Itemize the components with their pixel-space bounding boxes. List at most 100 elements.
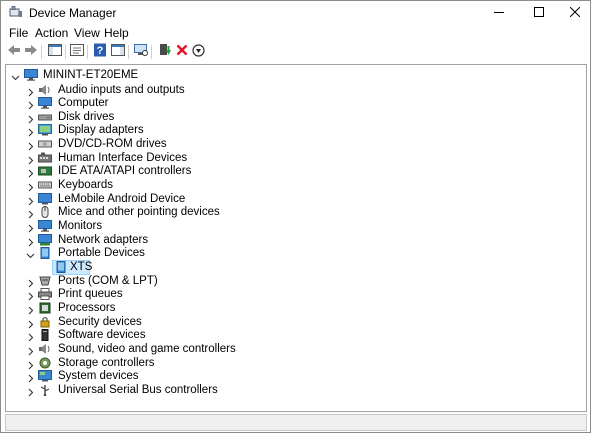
tree-category-label: Computer bbox=[58, 97, 109, 110]
tree-category[interactable]: Disk drives bbox=[6, 111, 406, 124]
chevron-right-icon[interactable] bbox=[26, 140, 35, 151]
chevron-right-icon[interactable] bbox=[26, 236, 35, 247]
chevron-right-icon[interactable] bbox=[26, 126, 35, 137]
tree-category-label: Keyboards bbox=[58, 179, 113, 192]
forward-icon bbox=[24, 44, 38, 59]
uninstall-button[interactable] bbox=[173, 43, 190, 60]
show-hide-console-tree-button[interactable] bbox=[46, 43, 63, 60]
tree-category-label: LeMobile Android Device bbox=[58, 192, 186, 205]
tree-category[interactable]: Monitors bbox=[6, 220, 406, 233]
tree-category[interactable]: Ports (COM & LPT) bbox=[6, 275, 406, 288]
tree-category[interactable]: Computer bbox=[6, 97, 406, 110]
properties-button[interactable] bbox=[68, 43, 85, 60]
hid-icon bbox=[38, 152, 52, 164]
tree-category[interactable]: Sound, video and game controllers bbox=[6, 343, 406, 356]
tree-category[interactable]: Keyboards bbox=[6, 179, 406, 192]
tree-category[interactable]: LeMobile Android Device bbox=[6, 192, 406, 206]
storage-controller-icon bbox=[38, 357, 52, 369]
tree-category-label: Sound, video and game controllers bbox=[58, 342, 236, 355]
tree-category[interactable]: Network adapters bbox=[6, 233, 406, 247]
tree-category[interactable]: DVD/CD-ROM drives bbox=[6, 138, 406, 151]
toolbar: ? bbox=[1, 42, 590, 62]
maximize-button[interactable] bbox=[524, 1, 554, 24]
tree-root[interactable]: MININT-ET20EME bbox=[6, 69, 306, 82]
help-button[interactable]: ? bbox=[91, 43, 108, 60]
menu-action[interactable]: Action bbox=[35, 26, 68, 40]
tree-category-label: Display adapters bbox=[58, 124, 144, 137]
tree-category[interactable]: Storage controllers bbox=[6, 357, 406, 370]
chevron-right-icon[interactable] bbox=[26, 208, 35, 219]
security-device-icon bbox=[38, 316, 52, 328]
update-driver-button[interactable] bbox=[156, 43, 173, 60]
show-hide-console-tree-icon bbox=[47, 44, 62, 59]
tree-category-label: IDE ATA/ATAPI controllers bbox=[58, 165, 192, 178]
chevron-right-icon[interactable] bbox=[26, 359, 35, 369]
menu-help[interactable]: Help bbox=[104, 26, 129, 40]
chevron-down-icon[interactable] bbox=[26, 249, 35, 259]
tree-category[interactable]: Audio inputs and outputs bbox=[6, 84, 406, 97]
tree-category-label: Disk drives bbox=[58, 110, 115, 123]
close-icon bbox=[569, 6, 581, 20]
chevron-down-icon[interactable] bbox=[11, 71, 20, 81]
display-adapter-icon bbox=[38, 124, 52, 136]
toolbar-separator bbox=[128, 45, 129, 59]
minimize-icon bbox=[494, 6, 504, 20]
tree-category[interactable]: Security devices bbox=[6, 316, 406, 329]
action-pane-button[interactable] bbox=[109, 43, 126, 60]
tree-category[interactable]: Mice and other pointing devices bbox=[6, 206, 406, 219]
device-tree[interactable]: MININT-ET20EME Audio inputs and outputs C… bbox=[5, 64, 587, 412]
mouse-icon bbox=[38, 206, 52, 219]
forward-button[interactable] bbox=[22, 43, 39, 60]
tree-category-label: Portable Devices bbox=[58, 247, 145, 260]
computer-icon bbox=[38, 97, 52, 109]
chevron-right-icon[interactable] bbox=[26, 195, 35, 206]
title-bar[interactable]: Device Manager bbox=[1, 1, 590, 24]
menu-view[interactable]: View bbox=[74, 26, 100, 40]
chevron-right-icon[interactable] bbox=[26, 154, 35, 165]
chevron-right-icon[interactable] bbox=[26, 277, 35, 287]
chevron-right-icon[interactable] bbox=[26, 304, 35, 315]
chevron-right-icon[interactable] bbox=[26, 331, 35, 342]
tree-category[interactable]: Display adapters bbox=[6, 124, 406, 137]
back-button[interactable] bbox=[5, 43, 22, 60]
chevron-right-icon[interactable] bbox=[26, 386, 35, 397]
tree-category[interactable]: System devices bbox=[6, 370, 406, 383]
tree-category[interactable]: Portable Devices bbox=[6, 247, 406, 260]
dvd-drive-icon bbox=[38, 138, 52, 150]
close-button[interactable] bbox=[560, 1, 590, 24]
tree-category[interactable]: IDE ATA/ATAPI controllers bbox=[6, 165, 406, 178]
tree-category[interactable]: Processors bbox=[6, 302, 406, 315]
window-title: Device Manager bbox=[29, 6, 117, 20]
tree-category[interactable]: Human Interface Devices bbox=[6, 152, 406, 165]
tree-category-label: Ports (COM & LPT) bbox=[58, 274, 158, 287]
port-icon bbox=[38, 275, 52, 287]
scan-hardware-button[interactable] bbox=[132, 43, 149, 60]
chevron-right-icon[interactable] bbox=[26, 290, 35, 301]
chevron-right-icon[interactable] bbox=[26, 318, 35, 328]
chevron-right-icon[interactable] bbox=[26, 99, 35, 110]
menu-file[interactable]: File bbox=[9, 26, 28, 40]
tree-device-label: XTS bbox=[70, 260, 93, 273]
chevron-right-icon[interactable] bbox=[26, 86, 35, 96]
monitor-icon bbox=[38, 220, 52, 232]
chevron-right-icon[interactable] bbox=[26, 167, 35, 178]
processor-icon bbox=[38, 302, 52, 314]
disable-device-button[interactable] bbox=[190, 43, 207, 60]
tree-category[interactable]: Print queues bbox=[6, 288, 406, 301]
chevron-right-icon[interactable] bbox=[26, 181, 35, 192]
computer-icon bbox=[24, 69, 38, 81]
chevron-right-icon[interactable] bbox=[26, 113, 35, 124]
network-adapter-icon bbox=[38, 233, 52, 246]
action-pane-icon bbox=[110, 44, 125, 59]
tree-category[interactable]: Universal Serial Bus controllers bbox=[6, 384, 406, 397]
chevron-right-icon[interactable] bbox=[26, 345, 35, 356]
toolbar-separator bbox=[65, 45, 66, 59]
tree-device[interactable]: XTS bbox=[6, 259, 406, 275]
chevron-right-icon[interactable] bbox=[26, 372, 35, 383]
chevron-right-icon[interactable] bbox=[26, 222, 35, 233]
tree-category-label: Software devices bbox=[58, 329, 146, 342]
device-manager-icon bbox=[9, 6, 23, 18]
sound-controller-icon bbox=[38, 343, 52, 355]
tree-category[interactable]: Software devices bbox=[6, 329, 406, 342]
minimize-button[interactable] bbox=[484, 1, 514, 24]
